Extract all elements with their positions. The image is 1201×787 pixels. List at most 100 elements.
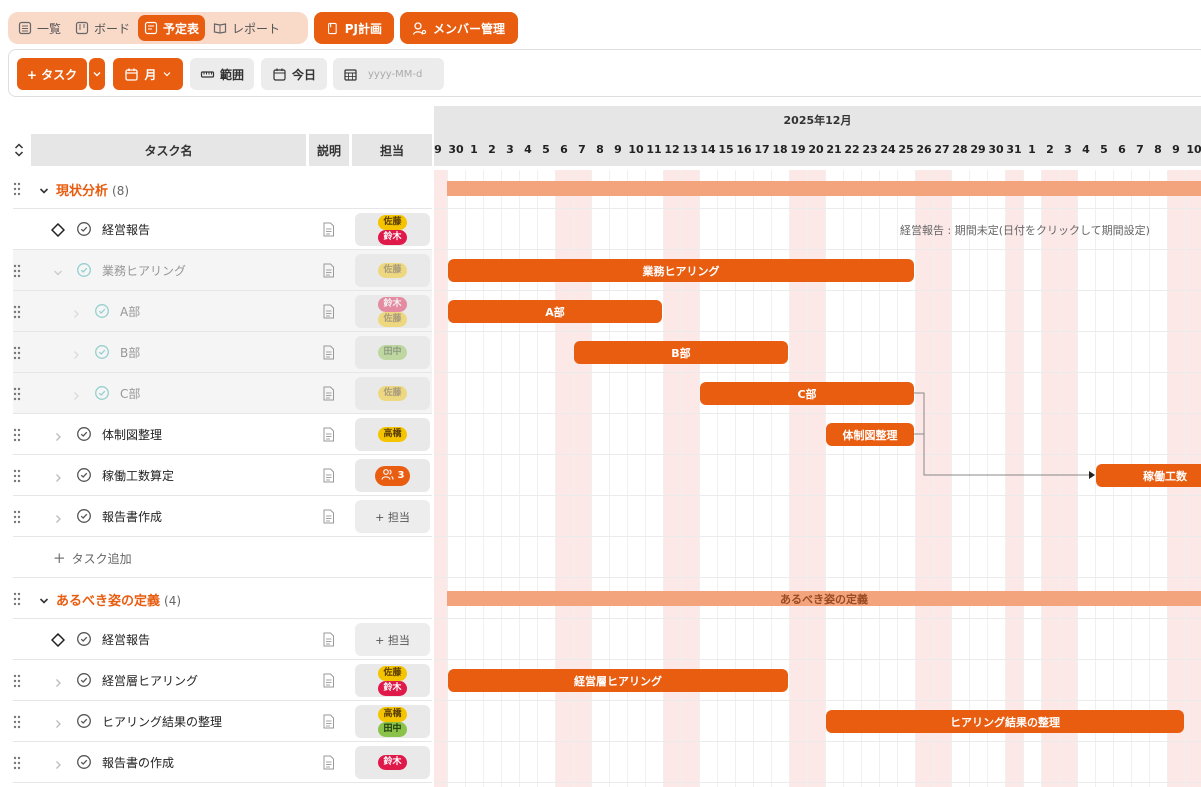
chevron-down-icon[interactable]	[52, 264, 64, 276]
chevron-down-icon[interactable]	[38, 592, 50, 604]
drag-handle-icon[interactable]	[13, 673, 21, 688]
description-doc-icon[interactable]	[322, 263, 335, 278]
description-doc-icon[interactable]	[322, 468, 335, 483]
drag-handle-icon[interactable]	[13, 468, 21, 483]
assignee-cell[interactable]: 3	[355, 459, 430, 492]
complete-check-icon[interactable]	[76, 754, 92, 770]
add-task-link[interactable]: + タスク追加	[53, 549, 132, 567]
complete-check-icon[interactable]	[76, 508, 92, 524]
complete-check-icon[interactable]	[76, 467, 92, 483]
task-name[interactable]: B部	[120, 344, 140, 361]
task-name[interactable]: A部	[120, 303, 140, 320]
task-name[interactable]: 経営報告	[102, 631, 150, 648]
tab-list[interactable]: 一覧	[12, 15, 67, 41]
assignee-cell[interactable]: 高橋 田中	[355, 705, 430, 738]
complete-check-icon[interactable]	[76, 221, 92, 237]
group-row[interactable]: 現状分析 (8)	[13, 168, 432, 209]
add-task-button[interactable]: + タスク	[17, 58, 87, 90]
date-jump-input[interactable]: yyyy-MM-d	[333, 58, 444, 90]
description-doc-icon[interactable]	[322, 755, 335, 770]
today-button[interactable]: 今日	[261, 58, 327, 90]
description-doc-icon[interactable]	[322, 714, 335, 729]
task-row[interactable]: B部 田中	[13, 332, 432, 373]
scale-select[interactable]: 月	[113, 58, 183, 90]
description-doc-icon[interactable]	[322, 222, 335, 237]
description-doc-icon[interactable]	[322, 509, 335, 524]
complete-check-icon[interactable]	[76, 713, 92, 729]
chevron-right-icon[interactable]	[70, 387, 82, 400]
description-doc-icon[interactable]	[322, 304, 335, 319]
tab-report[interactable]: レポート	[207, 15, 286, 41]
chevron-down-icon[interactable]	[38, 182, 50, 194]
task-row[interactable]: 経営報告 佐藤 鈴木	[13, 209, 432, 250]
task-row[interactable]: 報告書作成 + 担当	[13, 496, 432, 537]
task-row[interactable]: C部 佐藤	[13, 373, 432, 414]
task-row[interactable]: A部 鈴木 佐藤	[13, 291, 432, 332]
task-name[interactable]: 経営層ヒアリング	[102, 672, 198, 689]
complete-check-icon[interactable]	[76, 262, 92, 278]
column-description[interactable]: 説明	[309, 134, 349, 166]
description-doc-icon[interactable]	[322, 386, 335, 401]
task-name[interactable]: 経営報告	[102, 221, 150, 238]
task-name[interactable]: 稼働工数算定	[102, 467, 174, 484]
chevron-right-icon[interactable]	[52, 674, 64, 687]
tab-schedule[interactable]: 予定表	[138, 15, 206, 41]
task-row[interactable]: 経営層ヒアリング 佐藤 鈴木	[13, 660, 432, 701]
task-row[interactable]: 報告書の作成 鈴木	[13, 742, 432, 783]
assignee-cell[interactable]: 佐藤 鈴木	[355, 664, 430, 697]
drag-handle-icon[interactable]	[13, 386, 21, 401]
drag-handle-icon[interactable]	[13, 181, 21, 196]
drag-handle-icon[interactable]	[13, 755, 21, 770]
complete-check-icon[interactable]	[76, 672, 92, 688]
group-name[interactable]: 現状分析 (8)	[56, 180, 129, 199]
group-row[interactable]: あるべき姿の定義 (4)	[13, 578, 432, 619]
add-task-dropdown[interactable]	[89, 58, 105, 90]
assignee-cell[interactable]: 佐藤	[355, 254, 430, 287]
chevron-right-icon[interactable]	[70, 346, 82, 359]
tab-board[interactable]: ボード	[69, 15, 136, 41]
task-row[interactable]: 体制図整理 高橋	[13, 414, 432, 455]
task-name[interactable]: 報告書の作成	[102, 754, 174, 771]
task-row[interactable]: 業務ヒアリング 佐藤	[13, 250, 432, 291]
description-doc-icon[interactable]	[322, 673, 335, 688]
task-name[interactable]: ヒアリング結果の整理	[102, 713, 222, 730]
multi-assignee-badge[interactable]: 3	[374, 465, 411, 486]
drag-handle-icon[interactable]	[13, 427, 21, 442]
complete-check-icon[interactable]	[94, 303, 110, 319]
assignee-cell[interactable]: 鈴木 佐藤	[355, 295, 430, 328]
add-task-row[interactable]: + タスク追加	[13, 537, 432, 578]
chevron-right-icon[interactable]	[52, 469, 64, 482]
chevron-right-icon[interactable]	[52, 756, 64, 769]
task-name[interactable]: 報告書作成	[102, 508, 162, 525]
project-plan-button[interactable]: PJ計画	[314, 12, 394, 44]
task-name[interactable]: C部	[120, 385, 140, 402]
task-name[interactable]: 業務ヒアリング	[102, 262, 186, 279]
column-assignee[interactable]: 担当	[352, 134, 432, 166]
group-name[interactable]: あるべき姿の定義 (4)	[56, 590, 181, 609]
task-name[interactable]: 体制図整理	[102, 426, 162, 443]
assign-button[interactable]: + 担当	[355, 623, 430, 656]
drag-handle-icon[interactable]	[13, 304, 21, 319]
complete-check-icon[interactable]	[94, 385, 110, 401]
column-task-name[interactable]: タスク名	[31, 134, 306, 166]
assign-button[interactable]: + 担当	[355, 500, 430, 533]
task-row[interactable]: 経営報告 + 担当	[13, 619, 432, 660]
description-doc-icon[interactable]	[322, 345, 335, 360]
assignee-cell[interactable]: 高橋	[355, 418, 430, 451]
chevron-right-icon[interactable]	[70, 305, 82, 318]
drag-handle-icon[interactable]	[13, 591, 21, 606]
drag-handle-icon[interactable]	[13, 345, 21, 360]
assignee-cell[interactable]: 佐藤 鈴木	[355, 213, 430, 246]
sort-toggle-icon[interactable]	[12, 142, 26, 158]
chevron-right-icon[interactable]	[52, 715, 64, 728]
description-doc-icon[interactable]	[322, 427, 335, 442]
drag-handle-icon[interactable]	[13, 509, 21, 524]
task-row[interactable]: 稼働工数算定 3	[13, 455, 432, 496]
drag-handle-icon[interactable]	[13, 714, 21, 729]
complete-check-icon[interactable]	[76, 631, 92, 647]
chevron-right-icon[interactable]	[52, 510, 64, 523]
assignee-cell[interactable]: 鈴木	[355, 746, 430, 779]
description-doc-icon[interactable]	[322, 632, 335, 647]
task-row[interactable]: ヒアリング結果の整理 高橋 田中	[13, 701, 432, 742]
drag-handle-icon[interactable]	[13, 263, 21, 278]
